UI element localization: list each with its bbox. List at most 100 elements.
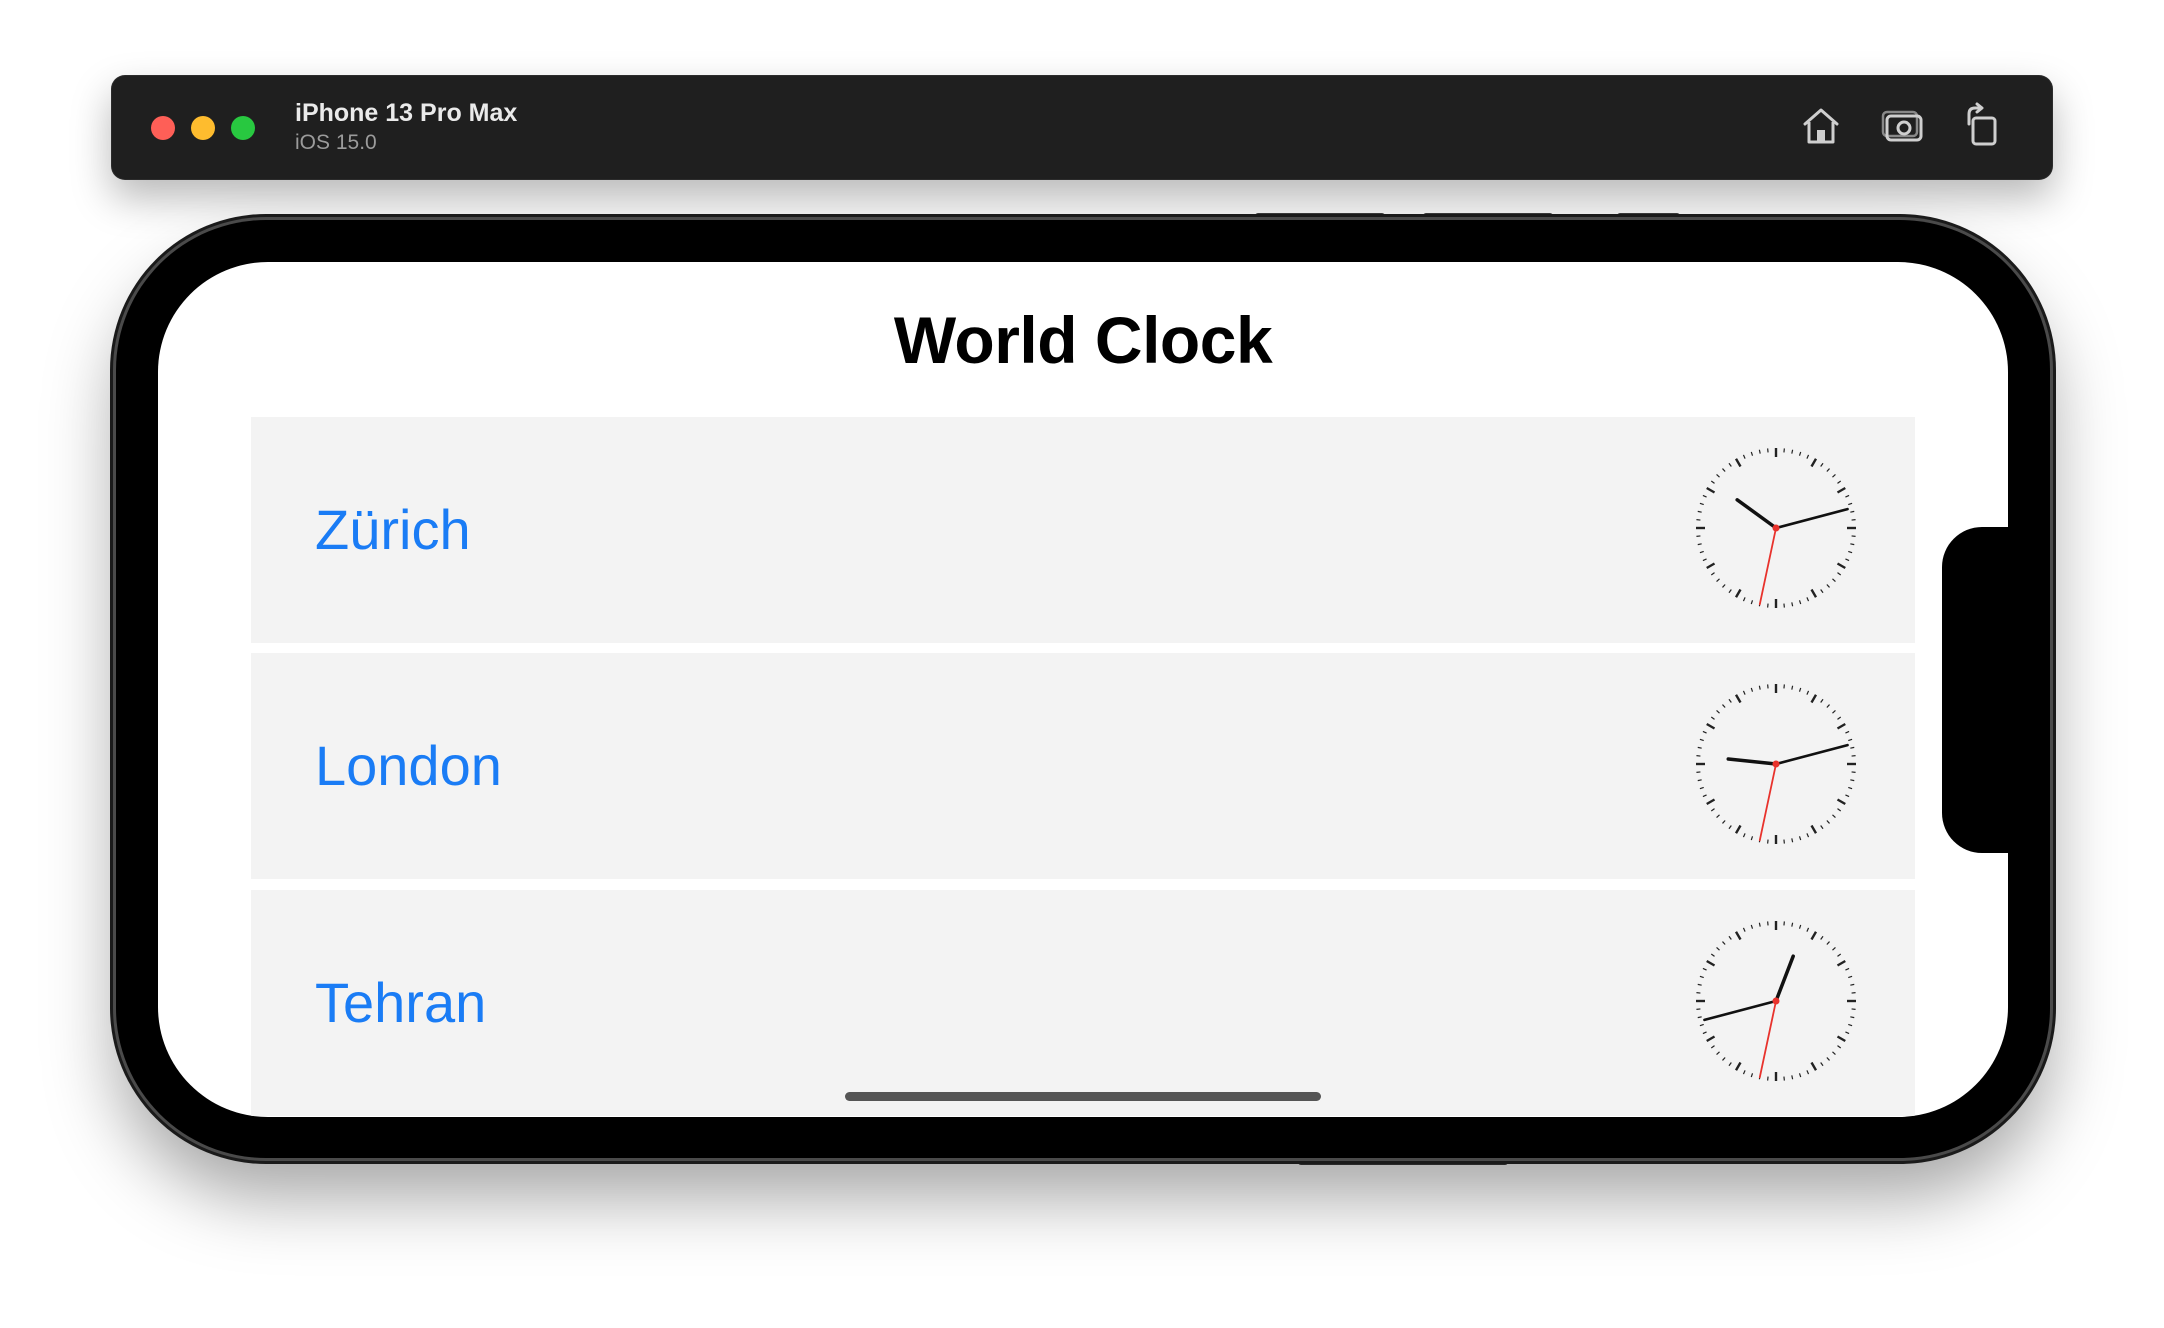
rotate-icon[interactable] [1959, 102, 2007, 150]
clock-tick [1710, 716, 1715, 720]
clock-tick [1706, 486, 1716, 494]
clock-tick [1806, 1070, 1810, 1075]
clock-tick [1826, 584, 1830, 588]
clock-tick [1706, 722, 1716, 730]
clock-tick [1837, 953, 1842, 957]
clock-tick [1716, 947, 1720, 951]
clock-tick [1836, 562, 1846, 570]
clock-tick [1702, 494, 1707, 498]
clock-tick [1837, 716, 1842, 720]
clock-tick [1710, 1045, 1715, 1049]
city-row[interactable]: Zürich [251, 417, 1915, 643]
clock-tick [1850, 746, 1855, 749]
clock-tick [1832, 710, 1836, 714]
clock-tick [1750, 924, 1754, 929]
clock-tick [1806, 597, 1810, 602]
clock-tick [1810, 1061, 1818, 1071]
clock-tick [1697, 1016, 1702, 1019]
clock-tick [1699, 786, 1704, 790]
clock-tick [1699, 1023, 1704, 1027]
analog-clock-icon [1696, 448, 1856, 608]
clock-tick [1820, 589, 1824, 594]
screenshot-icon[interactable] [1879, 102, 1927, 150]
analog-clock-icon [1696, 684, 1856, 844]
clock-tick [1848, 975, 1853, 979]
clock-tick [1837, 480, 1842, 484]
clock-tick [1810, 588, 1818, 598]
clock-tick [1806, 454, 1810, 459]
clock-tick [1734, 931, 1742, 941]
clock-tick [1716, 814, 1720, 818]
zoom-window-button[interactable] [231, 116, 255, 140]
clock-tick [1837, 808, 1842, 812]
clock-tick [1706, 959, 1716, 967]
clock-tick [1810, 824, 1818, 834]
clock-tick [1734, 694, 1742, 704]
home-indicator[interactable] [845, 1092, 1321, 1101]
clock-tick [1845, 794, 1850, 798]
city-name: Tehran [315, 971, 487, 1034]
clock-tick [1820, 935, 1824, 940]
os-version: iOS 15.0 [295, 131, 377, 154]
clock-tick [1832, 947, 1836, 951]
clock-tick [1806, 690, 1810, 695]
camera-notch [1942, 527, 2012, 853]
clock-tick [1836, 1035, 1846, 1043]
clock-tick [1820, 1062, 1824, 1067]
clock-tick [1702, 730, 1707, 734]
clock-tick [1702, 967, 1707, 971]
minimize-window-button[interactable] [191, 116, 215, 140]
clock-tick [1832, 474, 1836, 478]
clock-tick [1728, 1062, 1732, 1067]
clock-tick [1728, 462, 1732, 467]
clock-tick [1826, 941, 1830, 945]
clock-tick [1845, 730, 1850, 734]
clock-tick [1832, 1051, 1836, 1055]
clock-tick [1826, 468, 1830, 472]
clock-tick [1706, 798, 1716, 806]
clock-tick [1742, 1070, 1746, 1075]
clock-tick [1758, 685, 1761, 690]
clock-tick [1798, 1073, 1802, 1078]
minute-hand [1703, 999, 1778, 1022]
side-button [1298, 1157, 1508, 1165]
clock-tick [1836, 486, 1846, 494]
close-window-button[interactable] [151, 116, 175, 140]
clock-tick [1728, 935, 1732, 940]
minute-hand [1774, 507, 1849, 530]
clock-tick [1702, 1031, 1707, 1035]
clock-tick [1722, 704, 1726, 708]
clock-tick [1758, 922, 1761, 927]
clock-tick [1832, 578, 1836, 582]
clock-tick [1836, 798, 1846, 806]
clock-tick [1750, 1073, 1754, 1078]
clock-tick [1697, 746, 1702, 749]
simulator-toolbar: iPhone 13 Pro Max iOS 15.0 [111, 75, 2053, 180]
clock-tick [1702, 558, 1707, 562]
clock-tick [1702, 794, 1707, 798]
clock-tick [1791, 449, 1794, 454]
clock-tick [1742, 927, 1746, 932]
clock-tick [1734, 458, 1742, 468]
clock-tick [1826, 1057, 1830, 1061]
clock-tick [1810, 694, 1818, 704]
clock-tick [1728, 589, 1732, 594]
clock-tick [1837, 1045, 1842, 1049]
city-name: Zürich [315, 498, 471, 561]
clock-tick [1722, 820, 1726, 824]
city-row[interactable]: London [251, 653, 1915, 879]
clock-tick [1798, 687, 1802, 692]
home-icon[interactable] [1797, 102, 1845, 150]
clock-tick [1697, 983, 1702, 986]
clock-tick [1848, 786, 1853, 790]
city-row[interactable]: Tehran [251, 890, 1915, 1116]
clock-tick [1848, 1023, 1853, 1027]
clock-tick [1750, 600, 1754, 605]
clock-tick [1845, 967, 1850, 971]
clock-tick [1850, 983, 1855, 986]
clock-tick [1716, 578, 1720, 582]
clock-tick [1742, 833, 1746, 838]
minute-hand [1774, 743, 1849, 766]
second-hand [1758, 763, 1777, 842]
clock-tick [1820, 462, 1824, 467]
